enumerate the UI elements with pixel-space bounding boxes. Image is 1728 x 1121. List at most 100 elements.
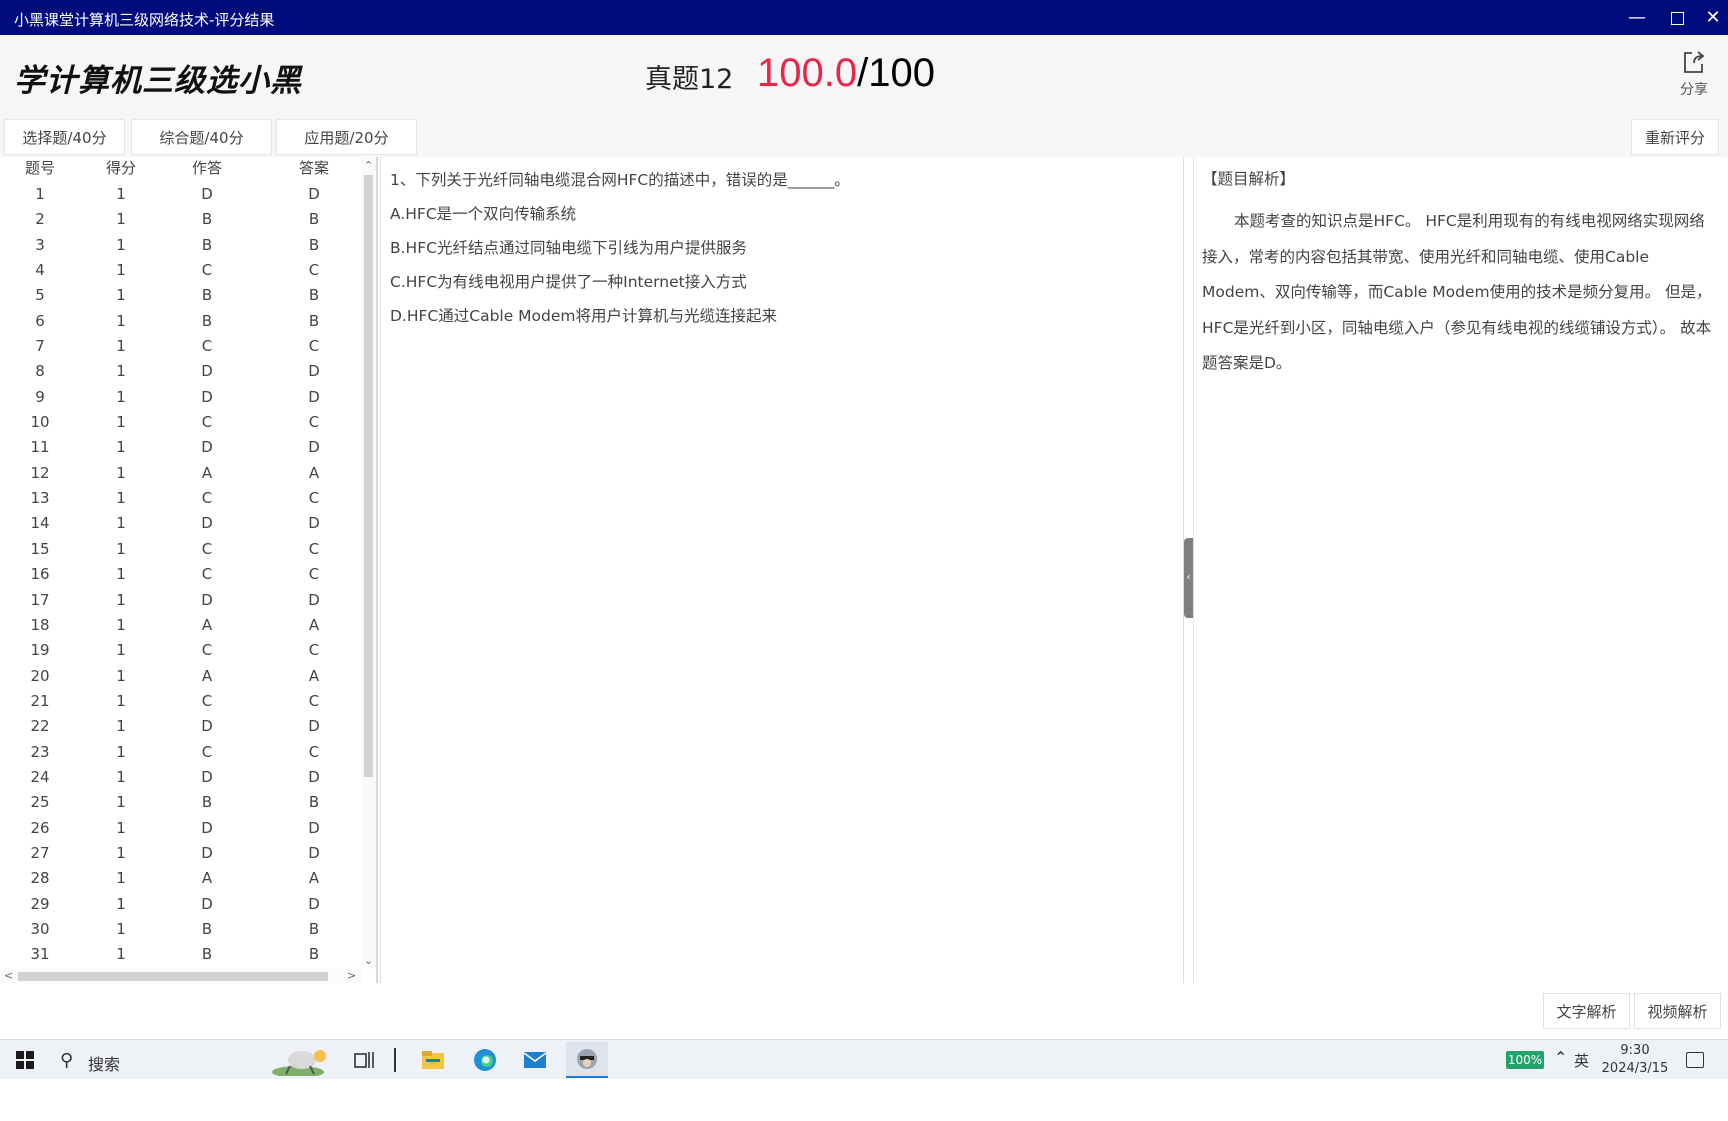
option-b: B.HFC光纤结点通过同轴电缆下引线为用户提供服务 — [390, 239, 747, 257]
table-row[interactable]: 8 1 D D — [0, 360, 362, 385]
analysis-text: 本题考查的知识点是HFC。 HFC是利用现有的有线电视网络实现网络接入，常考的内… — [1202, 212, 1712, 372]
table-row[interactable]: 27 1 D D — [0, 842, 362, 867]
file-explorer-icon[interactable] — [420, 1047, 446, 1073]
question-panel: 1、下列关于光纤同轴电缆混合网HFC的描述中，错误的是______。 A.HFC… — [380, 157, 1184, 983]
row-response: B — [201, 210, 213, 229]
taskbar-clock[interactable]: 9:30 2024/3/15 — [1595, 1042, 1675, 1078]
row-number: 19 — [30, 641, 50, 660]
table-row[interactable]: 14 1 D D — [0, 512, 362, 537]
battery-indicator[interactable]: 100% — [1506, 1051, 1544, 1069]
scroll-down-icon[interactable]: ⌄ — [361, 954, 376, 967]
notification-icon[interactable] — [1686, 1052, 1704, 1068]
table-row[interactable]: 31 1 B B — [0, 943, 362, 968]
table-row[interactable]: 19 1 C C — [0, 639, 362, 664]
table-row[interactable]: 21 1 C C — [0, 690, 362, 715]
row-response: B — [201, 311, 213, 330]
title-bar: 小黑课堂计算机三级网络技术-评分结果 — ✕ — [0, 0, 1728, 35]
table-row[interactable]: 3 1 B B — [0, 234, 362, 259]
exam-name: 真题12 — [645, 64, 734, 95]
row-response: B — [201, 235, 213, 254]
table-row[interactable]: 23 1 C C — [0, 741, 362, 766]
row-answer: D — [308, 185, 320, 203]
table-row[interactable]: 6 1 B B — [0, 310, 362, 335]
table-row[interactable]: 28 1 A A — [0, 867, 362, 892]
row-response: C — [201, 565, 213, 584]
window-title: 小黑课堂计算机三级网络技术-评分结果 — [14, 11, 275, 29]
table-row[interactable]: 18 1 A A — [0, 614, 362, 639]
task-view-icon[interactable] — [352, 1047, 378, 1073]
row-score: 1 — [116, 489, 126, 508]
text-analysis-button[interactable]: 文字解析 — [1543, 993, 1630, 1029]
table-row[interactable]: 29 1 D D — [0, 893, 362, 918]
horizontal-scrollbar[interactable]: < > — [0, 969, 362, 983]
row-response: D — [201, 387, 213, 406]
table-row[interactable]: 7 1 C C — [0, 335, 362, 360]
table-row[interactable]: 11 1 D D — [0, 436, 362, 461]
row-score: 1 — [116, 767, 126, 786]
row-answer: C — [308, 742, 320, 761]
panel-collapse-handle[interactable]: ‹ — [1184, 538, 1193, 618]
table-row[interactable]: 22 1 D D — [0, 715, 362, 740]
table-row[interactable]: 4 1 C C — [0, 259, 362, 284]
table-row[interactable]: 17 1 D D — [0, 589, 362, 614]
row-answer: B — [308, 210, 320, 229]
row-number: 30 — [30, 919, 50, 938]
row-answer: C — [308, 261, 320, 280]
maximize-button[interactable] — [1657, 0, 1697, 35]
row-response: C — [201, 691, 213, 710]
video-analysis-button[interactable]: 视频解析 — [1634, 993, 1721, 1029]
table-row[interactable]: 15 1 C C — [0, 538, 362, 563]
scroll-up-icon[interactable]: ⌃ — [361, 159, 376, 172]
row-response: D — [201, 843, 213, 862]
row-answer: A — [308, 666, 320, 685]
row-score: 1 — [116, 514, 126, 533]
xiaohei-app-icon[interactable] — [574, 1047, 600, 1073]
table-row[interactable]: 2 1 B B — [0, 208, 362, 233]
header-number: 题号 — [24, 159, 55, 177]
table-row[interactable]: 16 1 C C — [0, 563, 362, 588]
row-number: 18 — [30, 615, 50, 634]
row-number: 26 — [30, 818, 50, 837]
table-row[interactable]: 26 1 D D — [0, 817, 362, 842]
tab-comprehensive[interactable]: 综合题/40分 — [131, 119, 272, 155]
tab-choice[interactable]: 选择题/40分 — [4, 119, 125, 155]
ime-indicator[interactable]: 英 — [1574, 1050, 1589, 1071]
table-row[interactable]: 10 1 C C — [0, 411, 362, 436]
hscrollbar-thumb[interactable] — [18, 972, 328, 981]
row-response: A — [201, 869, 213, 888]
share-button[interactable]: 分享 — [1672, 49, 1716, 99]
table-row[interactable]: 25 1 B B — [0, 791, 362, 816]
taskbar-search[interactable]: ⚲ 搜索 — [50, 1044, 340, 1076]
table-row[interactable]: 5 1 B B — [0, 284, 362, 309]
row-answer: C — [308, 641, 320, 660]
close-button[interactable]: ✕ — [1693, 0, 1728, 35]
edge-browser-icon[interactable] — [472, 1047, 498, 1073]
row-response: C — [201, 413, 213, 432]
mail-icon[interactable] — [522, 1047, 548, 1073]
tab-application[interactable]: 应用题/20分 — [276, 119, 417, 155]
row-response: C — [201, 489, 213, 508]
share-label: 分享 — [1680, 82, 1708, 98]
row-answer: B — [308, 945, 320, 964]
tray-expand-icon[interactable]: ⌃ — [1554, 1048, 1567, 1067]
windows-start-icon[interactable] — [16, 1051, 34, 1069]
table-row[interactable]: 1 1 D D — [0, 183, 362, 208]
row-score: 1 — [116, 742, 126, 761]
vertical-scrollbar[interactable]: ⌃ ⌄ — [361, 157, 376, 969]
scrollbar-thumb[interactable] — [364, 175, 373, 777]
bottom-actions: 文字解析 视频解析 — [0, 993, 1728, 1031]
table-row[interactable]: 30 1 B B — [0, 918, 362, 943]
scroll-left-icon[interactable]: < — [4, 969, 13, 982]
scroll-right-icon[interactable]: > — [347, 969, 356, 982]
minimize-button[interactable]: — — [1617, 0, 1657, 35]
table-row[interactable]: 13 1 C C — [0, 487, 362, 512]
option-a: A.HFC是一个双向传输系统 — [390, 205, 577, 223]
table-row[interactable]: 20 1 A A — [0, 665, 362, 690]
share-icon — [1684, 51, 1705, 73]
row-score: 1 — [116, 717, 126, 736]
table-row[interactable]: 12 1 A A — [0, 462, 362, 487]
table-row[interactable]: 9 1 D D — [0, 386, 362, 411]
regrade-button[interactable]: 重新评分 — [1631, 119, 1719, 155]
row-response: A — [201, 463, 213, 482]
table-row[interactable]: 24 1 D D — [0, 766, 362, 791]
